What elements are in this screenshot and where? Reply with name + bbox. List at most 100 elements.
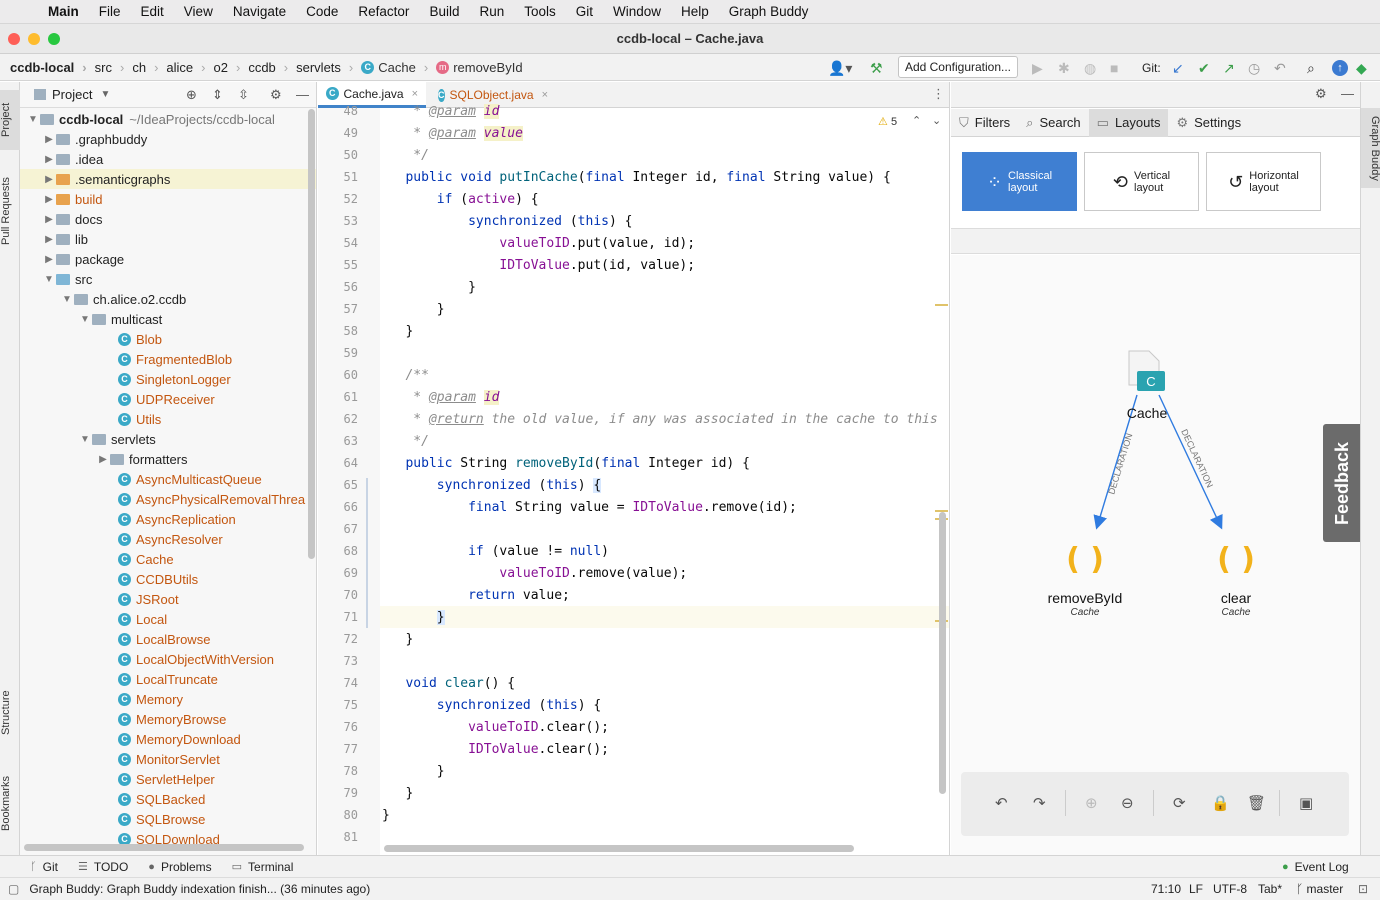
tab-filters[interactable]: ⛉ Filters [951,109,1018,137]
feedback-button[interactable]: Feedback [1323,424,1360,542]
line-separator[interactable]: LF [1189,882,1203,896]
breadcrumb-servlets[interactable]: servlets › [296,60,353,75]
git-branch-widget[interactable]: ᚴ master [1296,882,1343,896]
breadcrumb-o2[interactable]: o2 › [214,60,241,75]
breadcrumb-project[interactable]: ccdb-local › [10,60,87,75]
vertical-layout-button[interactable]: ⟲ Vertical layout [1084,152,1199,211]
hide-icon[interactable]: — [1341,86,1354,101]
rollback-icon[interactable]: ↶ [1274,60,1286,77]
tree-class-item[interactable]: C Memory [20,689,316,709]
chevron-down-icon[interactable]: ▼ [78,314,92,325]
menu-app[interactable]: Main [48,4,79,19]
refresh-icon[interactable]: ⟳ [1173,794,1186,812]
chevron-right-icon[interactable]: ▶ [42,214,56,225]
file-encoding[interactable]: UTF-8 [1213,882,1247,896]
breadcrumb-alice[interactable]: alice › [166,60,205,75]
classical-layout-button[interactable]: ⁘ Classical layout [962,152,1077,211]
breadcrumb-ch[interactable]: ch › [132,60,158,75]
tree-root[interactable]: ▼ ccdb-local ~/IdeaProjects/ccdb-local [20,109,316,129]
graph-buddy-tool-button[interactable]: Graph Buddy [1361,108,1380,188]
menu-graph-buddy[interactable]: Graph Buddy [729,4,809,19]
menu-refactor[interactable]: Refactor [358,4,409,19]
tab-layouts[interactable]: ▭ Layouts [1088,108,1169,137]
tree-class-item[interactable]: C SingletonLogger [20,369,316,389]
tool-tab-problems[interactable]: ● Problems [148,860,211,874]
event-log-button[interactable]: ● Event Log [1282,860,1349,874]
tree-item-semanticgraphs[interactable]: ▶ .semanticgraphs [20,169,316,189]
more-icon[interactable]: ⋮ [932,86,945,102]
pull-requests-tool-button[interactable]: Pull Requests [0,166,20,256]
tool-tab-todo[interactable]: ☰ TODO [78,860,128,874]
breadcrumb-ccdb[interactable]: ccdb › [248,60,288,75]
chevron-down-icon[interactable]: ▼ [78,434,92,445]
tree-item-servlets[interactable]: ▼ servlets [20,429,316,449]
git-commit-icon[interactable]: ✔ [1198,60,1210,77]
debug-icon[interactable]: ✱ [1058,60,1070,77]
redo-icon[interactable]: ↷ [1033,794,1046,812]
run-icon[interactable]: ▶ [1032,60,1043,77]
stop-icon[interactable]: ■ [1110,60,1118,76]
tree-class-item[interactable]: C MemoryDownload [20,729,316,749]
editor-horizontal-scrollbar[interactable] [384,845,854,852]
trash-icon[interactable]: 🗑 [1247,794,1266,812]
expand-all-icon[interactable]: ⇕ [212,87,223,103]
tab-search[interactable]: ⌕ Search [1018,109,1088,137]
bookmarks-tool-button[interactable]: Bookmarks [0,768,20,838]
chevron-up-icon[interactable]: ⌃ [912,114,921,127]
tree-class-item[interactable]: C MonitorServlet [20,749,316,769]
tree-class-item[interactable]: C AsyncMulticastQueue [20,469,316,489]
tree-class-item[interactable]: C Blob [20,329,316,349]
tree-class-item[interactable]: C AsyncReplication [20,509,316,529]
tool-tab-git[interactable]: ᚴ Git [30,860,58,874]
hammer-icon[interactable]: ⚒ [870,60,883,77]
collapse-all-icon[interactable]: ⇳ [238,87,249,103]
tab-settings[interactable]: ⚙ Settings [1168,109,1249,137]
tree-class-item[interactable]: C AsyncResolver [20,529,316,549]
chevron-down-icon[interactable]: ▼ [100,89,110,100]
zoom-in-icon[interactable]: ⊕ [1085,794,1098,812]
menu-edit[interactable]: Edit [141,4,164,19]
tree-item-lib[interactable]: ▶ lib [20,229,316,249]
status-message[interactable]: Graph Buddy: Graph Buddy indexation fini… [29,882,370,896]
git-update-icon[interactable]: ↙ [1172,60,1184,77]
graph-node-cache[interactable]: C Cache [1127,350,1168,421]
chevron-right-icon[interactable]: ▶ [42,154,56,165]
tree-class-item[interactable]: C LocalTruncate [20,669,316,689]
tree-class-item[interactable]: C MemoryBrowse [20,709,316,729]
chevron-right-icon[interactable]: ▶ [96,454,110,465]
tree-class-item[interactable]: C UDPReceiver [20,389,316,409]
gear-icon[interactable]: ⚙ [1315,86,1327,102]
graph-node-removebyid[interactable]: ( ) removeById Cache [1048,542,1123,618]
chevron-down-icon[interactable]: ▼ [26,114,40,125]
tree-class-item[interactable]: C ServletHelper [20,769,316,789]
tool-tab-terminal[interactable]: ▭ Terminal [232,860,294,874]
menu-build[interactable]: Build [429,4,459,19]
tree-item-src[interactable]: ▼ src [20,269,316,289]
tree-class-item[interactable]: C SQLBacked [20,789,316,809]
tree-class-item[interactable]: C LocalObjectWithVersion [20,649,316,669]
chevron-right-icon[interactable]: ▶ [42,194,56,205]
breadcrumb-src[interactable]: src › [95,60,125,75]
tree-class-item[interactable]: C CCDBUtils [20,569,316,589]
close-icon[interactable]: × [542,89,548,101]
locate-icon[interactable]: ⊕ [186,87,197,103]
code-editor[interactable]: C Cache.java × C SQLObject.java × ⋮ 48 49 50… [318,82,950,855]
project-horizontal-scrollbar[interactable] [24,844,304,851]
warnings-indicator[interactable]: ⚠ 5 [878,115,897,128]
tree-class-item[interactable]: C AsyncPhysicalRemovalThrea [20,489,316,509]
menu-window[interactable]: Window [613,4,661,19]
lock-icon[interactable]: ⊡ [1358,882,1368,896]
tree-item-idea[interactable]: ▶ .idea [20,149,316,169]
history-icon[interactable]: ◷ [1248,60,1260,77]
project-tool-button[interactable]: Project [0,90,20,150]
menu-tools[interactable]: Tools [524,4,556,19]
save-icon[interactable]: ▣ [1299,794,1313,812]
menu-navigate[interactable]: Navigate [233,4,286,19]
zoom-out-icon[interactable]: ⊖ [1121,794,1134,812]
close-icon[interactable]: × [412,88,418,100]
tree-item-docs[interactable]: ▶ docs [20,209,316,229]
menu-view[interactable]: View [184,4,213,19]
menu-help[interactable]: Help [681,4,709,19]
tree-class-item[interactable]: C LocalBrowse [20,629,316,649]
chevron-right-icon[interactable]: ▶ [42,234,56,245]
